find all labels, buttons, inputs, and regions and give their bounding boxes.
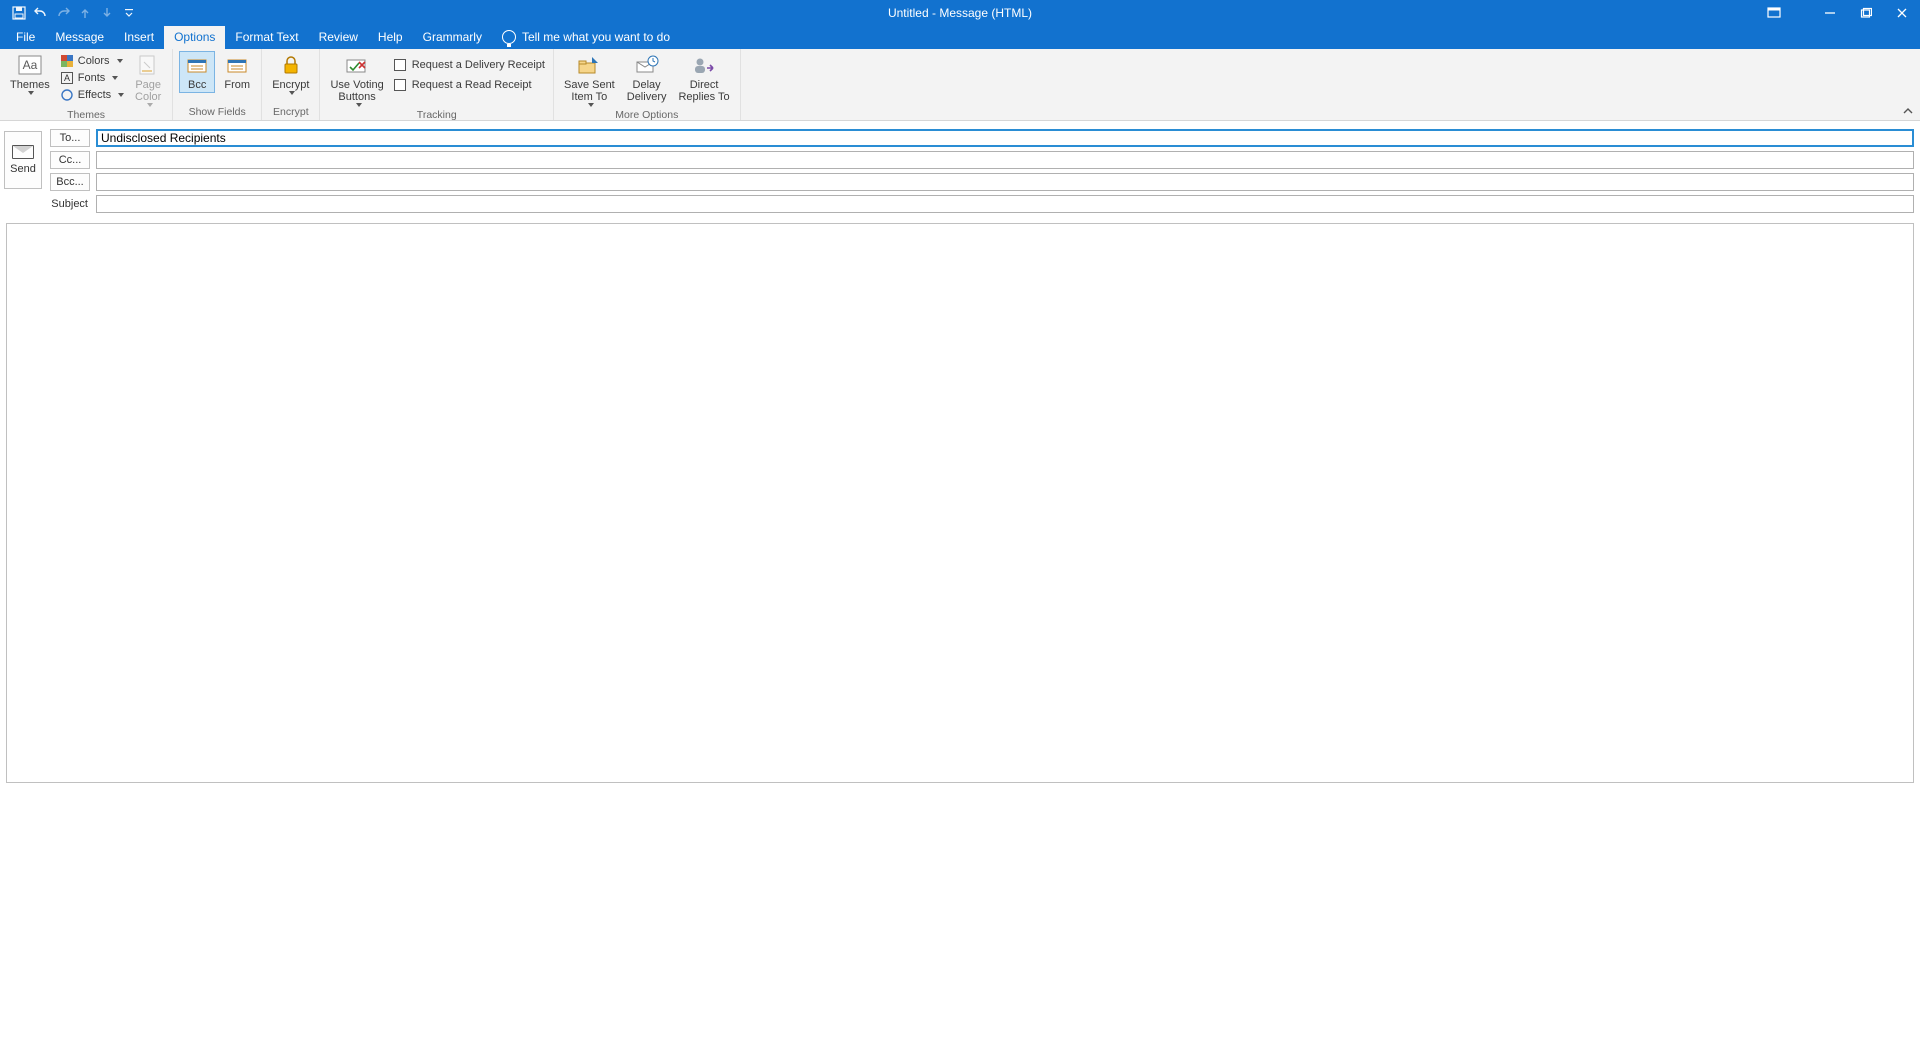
cc-button[interactable]: Cc...: [50, 151, 90, 169]
checkbox-icon: [394, 79, 406, 91]
next-item-icon[interactable]: [98, 4, 116, 22]
themes-label: Themes: [10, 79, 50, 91]
encrypt-button[interactable]: Encrypt: [268, 51, 313, 97]
tell-me-label: Tell me what you want to do: [522, 30, 670, 44]
send-label: Send: [10, 163, 36, 175]
message-body-editor[interactable]: [6, 223, 1914, 783]
group-encrypt: Encrypt Encrypt: [262, 49, 320, 120]
group-show-fields: Bcc From Show Fields: [173, 49, 262, 120]
request-read-receipt[interactable]: Request a Read Receipt: [392, 77, 547, 93]
delay-delivery-icon: [633, 53, 661, 77]
collapse-ribbon-button[interactable]: [1902, 106, 1914, 116]
page-color-button[interactable]: Page Color: [130, 51, 166, 109]
checkbox-icon: [394, 59, 406, 71]
spacer: [1792, 0, 1812, 26]
fonts-button[interactable]: A Fonts: [58, 70, 126, 86]
customize-qat-icon[interactable]: [120, 4, 138, 22]
svg-text:A: A: [64, 73, 70, 83]
bcc-label: Bcc: [188, 79, 206, 91]
fonts-icon: A: [60, 71, 74, 85]
save-icon[interactable]: [10, 4, 28, 22]
themes-icon: Aa: [16, 53, 44, 77]
encrypt-label: Encrypt: [272, 79, 309, 91]
message-header: Send To... Cc... Bcc... Subject: [0, 121, 1920, 217]
close-button[interactable]: [1884, 0, 1920, 26]
page-color-label: Page Color: [135, 79, 161, 103]
group-show-fields-label: Show Fields: [179, 106, 255, 120]
effects-label: Effects: [78, 89, 111, 101]
send-button[interactable]: Send: [4, 131, 42, 189]
lightbulb-icon: [502, 30, 516, 44]
themes-button[interactable]: Aa Themes: [6, 51, 54, 97]
use-voting-buttons[interactable]: Use Voting Buttons: [326, 51, 387, 109]
read-receipt-label: Request a Read Receipt: [412, 79, 532, 91]
voting-label: Use Voting Buttons: [330, 79, 383, 103]
bcc-button[interactable]: Bcc...: [50, 173, 90, 191]
tab-message[interactable]: Message: [45, 26, 114, 49]
from-toggle[interactable]: From: [219, 51, 255, 93]
envelope-icon: [12, 145, 34, 159]
bcc-field[interactable]: [96, 173, 1914, 191]
tell-me-search[interactable]: Tell me what you want to do: [492, 27, 680, 49]
subject-label: Subject: [4, 198, 90, 210]
undo-icon[interactable]: [32, 4, 50, 22]
delay-delivery-label: Delay Delivery: [627, 79, 667, 103]
cc-field[interactable]: [96, 151, 1914, 169]
tab-help[interactable]: Help: [368, 26, 413, 49]
direct-replies-to-button[interactable]: Direct Replies To: [674, 51, 733, 105]
effects-button[interactable]: Effects: [58, 87, 126, 103]
tab-options[interactable]: Options: [164, 26, 225, 49]
group-tracking-label: Tracking: [326, 109, 547, 123]
request-delivery-receipt[interactable]: Request a Delivery Receipt: [392, 57, 547, 73]
lock-icon: [277, 53, 305, 77]
from-icon: [223, 53, 251, 77]
ribbon-tabs: File Message Insert Options Format Text …: [0, 26, 1920, 49]
delivery-receipt-label: Request a Delivery Receipt: [412, 59, 545, 71]
group-themes: Aa Themes Colors A Fonts Effects: [0, 49, 173, 120]
group-tracking: Use Voting Buttons Request a Delivery Re…: [320, 49, 554, 120]
title-bar: Untitled - Message (HTML): [0, 0, 1920, 26]
direct-replies-icon: [690, 53, 718, 77]
group-themes-label: Themes: [6, 109, 166, 123]
delay-delivery-button[interactable]: Delay Delivery: [623, 51, 671, 105]
save-sent-icon: [575, 53, 603, 77]
direct-replies-label: Direct Replies To: [678, 79, 729, 103]
to-button[interactable]: To...: [50, 129, 90, 147]
bcc-toggle[interactable]: Bcc: [179, 51, 215, 93]
fonts-label: Fonts: [78, 72, 106, 84]
tracking-checks: Request a Delivery Receipt Request a Rea…: [392, 51, 547, 93]
from-label: From: [224, 79, 250, 91]
bcc-icon: [183, 53, 211, 77]
ribbon-display-options-icon[interactable]: [1756, 0, 1792, 26]
colors-icon: [60, 54, 74, 68]
save-sent-item-to-button[interactable]: Save Sent Item To: [560, 51, 619, 109]
tab-insert[interactable]: Insert: [114, 26, 164, 49]
effects-icon: [60, 88, 74, 102]
colors-label: Colors: [78, 55, 110, 67]
prev-item-icon[interactable]: [76, 4, 94, 22]
tab-review[interactable]: Review: [309, 26, 368, 49]
voting-icon: [343, 53, 371, 77]
group-more-options: Save Sent Item To Delay Delivery Direct …: [554, 49, 741, 120]
minimize-button[interactable]: [1812, 0, 1848, 26]
page-color-icon: [134, 53, 162, 77]
redo-icon[interactable]: [54, 4, 72, 22]
subject-field[interactable]: [96, 195, 1914, 213]
window-title: Untitled - Message (HTML): [0, 6, 1920, 20]
maximize-button[interactable]: [1848, 0, 1884, 26]
to-field[interactable]: [96, 129, 1914, 147]
colors-button[interactable]: Colors: [58, 53, 126, 69]
quick-access-toolbar: [0, 4, 138, 22]
tab-format-text[interactable]: Format Text: [225, 26, 308, 49]
group-encrypt-label: Encrypt: [268, 106, 313, 120]
ribbon: Aa Themes Colors A Fonts Effects: [0, 49, 1920, 121]
tab-grammarly[interactable]: Grammarly: [413, 26, 492, 49]
svg-text:Aa: Aa: [23, 58, 38, 72]
window-controls: [1756, 0, 1920, 26]
themes-small-stack: Colors A Fonts Effects: [58, 51, 126, 103]
group-more-options-label: More Options: [560, 109, 734, 123]
save-sent-label: Save Sent Item To: [564, 79, 615, 103]
tab-file[interactable]: File: [6, 26, 45, 49]
